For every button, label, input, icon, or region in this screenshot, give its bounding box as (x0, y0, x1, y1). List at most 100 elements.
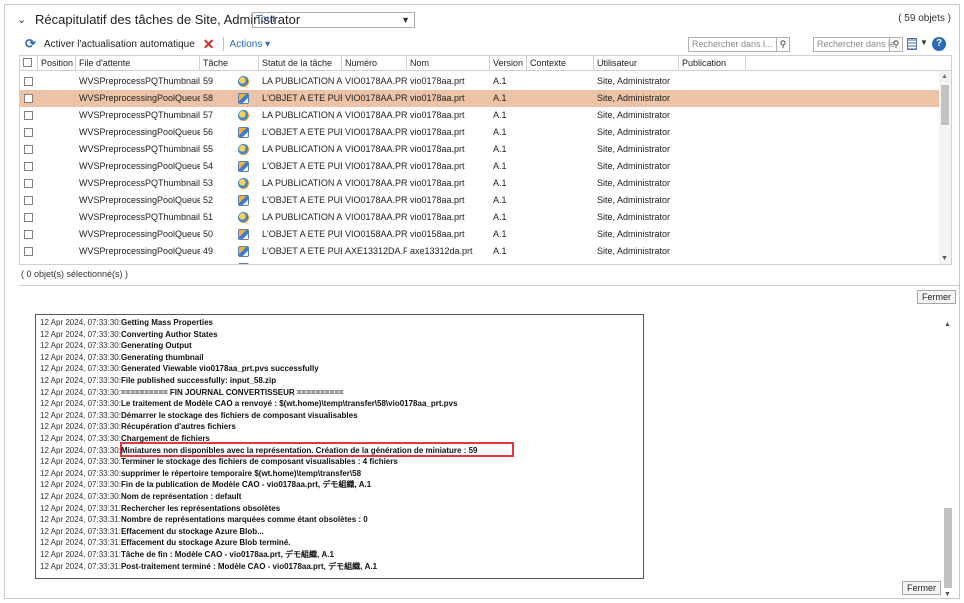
cell-name[interactable]: axe13312da.prt (407, 243, 490, 260)
cell-name[interactable]: vio0178aa.prt (407, 209, 490, 226)
cell-name[interactable]: vio0158aa.prt (407, 226, 490, 243)
table-scrollbar[interactable]: ▲ ▼ (939, 71, 951, 264)
row-checkbox[interactable] (24, 230, 33, 239)
scroll-thumb[interactable] (941, 85, 949, 125)
log-line: 12 Apr 2024, 07:33:31:Effacement du stoc… (40, 526, 264, 537)
table-row[interactable]: WVSPreprocessingPoolQueueL 54 L'OBJET A ET… (20, 158, 940, 175)
cell-version: A.1 (493, 93, 507, 103)
table-row[interactable]: WVSPreprocessPQThumbnailL 59 LA PUBLICATIO… (20, 73, 940, 90)
cell-name[interactable]: vio0178aa.prt (407, 124, 490, 141)
log-line: 12 Apr 2024, 07:33:31:Tâche de fin : Mod… (40, 549, 334, 560)
cell-number[interactable]: VIO0178AA.PRT (342, 175, 407, 192)
cell-number[interactable]: VIO0178AA.PRT (342, 158, 407, 175)
cell-user: Site, Administrator (597, 161, 671, 171)
search-icon[interactable]: ⚲ (889, 38, 902, 51)
table-row[interactable]: WVSPreprocessingPoolQueueL 49 L'OBJET A ET… (20, 243, 940, 260)
column-header[interactable]: Position (38, 56, 76, 71)
table-row[interactable]: WVSPreprocessingPoolQueueL 50 L'OBJET A ET… (20, 226, 940, 243)
actions-menu[interactable]: Actions ▾ (230, 39, 271, 50)
row-checkbox[interactable] (24, 196, 33, 205)
row-checkbox[interactable] (24, 77, 33, 86)
row-checkbox[interactable] (24, 213, 33, 222)
filter-select[interactable]: Tout ▼ (252, 12, 415, 28)
table-view-icon[interactable] (907, 38, 917, 50)
log-message: supprimer le répertoire temporaire $(wt.… (120, 468, 362, 478)
column-header[interactable]: Publication (679, 56, 746, 71)
cell-name[interactable]: vio0178aa.prt (407, 107, 490, 124)
column-header[interactable]: Numéro (342, 56, 407, 71)
row-checkbox[interactable] (24, 264, 33, 265)
column-header[interactable]: Nom (407, 56, 490, 71)
row-checkbox[interactable] (24, 128, 33, 137)
table-row[interactable]: WVSPreprocessingPoolQueueL 52 L'OBJET A ET… (20, 192, 940, 209)
table-row[interactable]: WVSPreprocessingPoolQueueL 58 L'OBJET A ET… (20, 90, 940, 107)
published-doc-icon (238, 246, 249, 257)
column-header[interactable]: File d'attente (76, 56, 200, 71)
search-icon[interactable]: ⚲ (776, 38, 789, 51)
chevron-down-icon[interactable]: ▼ (920, 38, 928, 47)
cell-number[interactable]: AXE13312DA.PRT (342, 243, 407, 260)
cell-number[interactable]: VIO0178AA.PRT (342, 90, 407, 107)
row-checkbox[interactable] (24, 247, 33, 256)
close-button-top[interactable]: Fermer (917, 290, 956, 304)
scroll-thumb[interactable] (944, 508, 952, 588)
cell-name[interactable]: vio0178aa.prt (407, 141, 490, 158)
search-input-2[interactable]: Rechercher dans le ⚲ (813, 37, 903, 52)
cell-queue: WVSPreprocessingPoolQueueL (79, 229, 200, 239)
row-checkbox[interactable] (24, 94, 33, 103)
table-row[interactable]: WVSPreprocessPQThumbnailL 53 LA PUBLICATIO… (20, 175, 940, 192)
scroll-up-icon[interactable]: ▲ (941, 73, 948, 80)
close-button-bottom[interactable]: Fermer (902, 581, 941, 595)
cell-number[interactable]: DOU3506AA.PRT (342, 260, 407, 264)
column-header[interactable]: Tâche (200, 56, 259, 71)
cell-name[interactable]: vio0178aa.prt (407, 90, 490, 107)
publish-wheel-icon (238, 110, 249, 121)
cell-number[interactable]: VIO0178AA.PRT (342, 107, 407, 124)
log-line: 12 Apr 2024, 07:33:30:Fin de la publicat… (40, 479, 371, 490)
select-all-checkbox[interactable] (23, 58, 32, 67)
published-doc-icon (238, 93, 249, 104)
refresh-icon[interactable]: ⟳ (25, 36, 36, 52)
table-row[interactable]: WVSPreprocessPQThumbnailL 51 LA PUBLICATIO… (20, 209, 940, 226)
table-row[interactable]: WVSPreprocessingPoolQueueL48 L'OBJET A ET… (20, 260, 940, 265)
cell-name[interactable]: vio0178aa.prt (407, 192, 490, 209)
row-checkbox[interactable] (24, 179, 33, 188)
cell-number[interactable]: VIO0178AA.PRT (342, 192, 407, 209)
cell-number[interactable]: VIO0178AA.PRT (342, 73, 407, 90)
table-row[interactable]: WVSPreprocessingPoolQueueL 56 L'OBJET A ET… (20, 124, 940, 141)
log-line: 12 Apr 2024, 07:33:30:Generating Output (40, 340, 192, 351)
help-icon[interactable]: ? (932, 37, 946, 51)
row-checkbox[interactable] (24, 111, 33, 120)
cell-queue: WVSPreprocessingPoolQueueL (79, 93, 200, 103)
cell-name[interactable]: vio0178aa.prt (407, 175, 490, 192)
cell-number[interactable]: VIO0178AA.PRT (342, 209, 407, 226)
column-header[interactable]: Version (490, 56, 527, 71)
collapse-chevron-icon[interactable]: ⌄ (17, 13, 31, 26)
table-row[interactable]: WVSPreprocessPQThumbnailL 57 LA PUBLICATIO… (20, 107, 940, 124)
auto-refresh-button[interactable]: Activer l'actualisation automatique (44, 39, 195, 50)
log-scrollbar[interactable]: ▲ ▼ (942, 315, 954, 600)
column-header[interactable]: Utilisateur (594, 56, 679, 71)
column-header[interactable]: Statut de la tâche (259, 56, 342, 71)
scroll-down-icon[interactable]: ▼ (944, 591, 951, 598)
delete-icon[interactable]: ✕ (203, 36, 215, 53)
table-row[interactable]: WVSPreprocessPQThumbnailL 55 LA PUBLICATIO… (20, 141, 940, 158)
log-message: Récupération d'autres fichiers (120, 422, 236, 432)
row-checkbox[interactable] (24, 145, 33, 154)
log-timestamp: 12 Apr 2024, 07:33:30: (40, 341, 121, 351)
column-header[interactable]: Contexte (527, 56, 594, 71)
cell-number[interactable]: VIO0178AA.PRT (342, 124, 407, 141)
cell-number[interactable]: VIO0178AA.PRT (342, 141, 407, 158)
scroll-up-icon[interactable]: ▲ (944, 321, 951, 328)
select-all-header[interactable] (20, 56, 38, 71)
cell-name[interactable]: vio0178aa.prt (407, 158, 490, 175)
cell-queue: WVSPreprocessPQThumbnailL (79, 110, 200, 120)
log-message: File published successfully: input_58.zi… (120, 376, 277, 385)
row-checkbox[interactable] (24, 162, 33, 171)
scroll-down-icon[interactable]: ▼ (941, 255, 948, 262)
search-input[interactable]: Rechercher dans l... ⚲ (688, 37, 790, 52)
cell-number[interactable]: VIO0158AA.PRT (342, 226, 407, 243)
cell-name[interactable]: dou3506aa.prt (407, 260, 490, 264)
cell-version: A.1 (493, 246, 507, 256)
cell-name[interactable]: vio0178aa.prt (407, 73, 490, 90)
